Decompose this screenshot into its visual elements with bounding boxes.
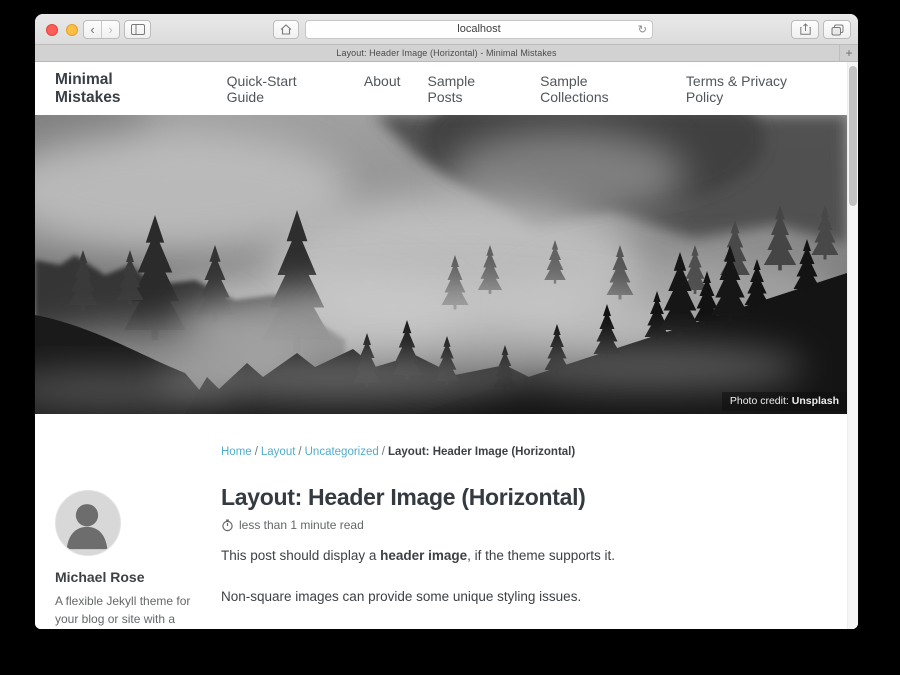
- active-tab[interactable]: Layout: Header Image (Horizontal) - Mini…: [336, 48, 556, 58]
- page-content: Michael Rose A flexible Jekyll theme for…: [35, 414, 847, 629]
- nav-item-sample-posts[interactable]: Sample Posts: [428, 73, 514, 105]
- paragraph-3: This post tests a horizontal header imag…: [221, 629, 827, 630]
- read-time: less than 1 minute read: [221, 518, 827, 532]
- breadcrumb-separator: /: [255, 446, 258, 458]
- photo-credit-prefix: Photo credit:: [730, 395, 789, 407]
- home-button[interactable]: [273, 20, 299, 39]
- tab-overview-button[interactable]: [823, 20, 851, 39]
- breadcrumb: Home/Layout/Uncategorized/Layout: Header…: [221, 446, 827, 458]
- back-button[interactable]: ‹: [84, 21, 101, 38]
- forward-button[interactable]: ›: [101, 21, 119, 38]
- breadcrumb-home[interactable]: Home: [221, 446, 252, 458]
- sidebar-toggle-button[interactable]: [124, 20, 151, 39]
- photo-credit-source: Unsplash: [792, 395, 839, 407]
- scrollbar-thumb[interactable]: [849, 66, 857, 206]
- read-time-label: less than 1 minute read: [239, 518, 364, 532]
- breadcrumb-separator: /: [382, 446, 385, 458]
- nav-item-about[interactable]: About: [364, 73, 401, 105]
- sidebar-icon: [131, 24, 145, 35]
- article-body: This post should display a header image,…: [221, 546, 827, 629]
- paragraph-2: Non-square images can provide some uniqu…: [221, 587, 827, 607]
- page-title: Layout: Header Image (Horizontal): [221, 484, 827, 511]
- site-nav: Quick-Start Guide About Sample Posts Sam…: [227, 73, 827, 105]
- article: Home/Layout/Uncategorized/Layout: Header…: [221, 446, 827, 629]
- nav-item-terms-privacy[interactable]: Terms & Privacy Policy: [686, 73, 827, 105]
- browser-window: ‹ › localhost ↻: [35, 14, 858, 629]
- share-button[interactable]: [791, 20, 819, 39]
- nav-item-quick-start-guide[interactable]: Quick-Start Guide: [227, 73, 337, 105]
- home-icon: [280, 24, 292, 35]
- breadcrumb-current: Layout: Header Image (Horizontal): [388, 446, 575, 458]
- avatar: [55, 490, 121, 556]
- nav-item-sample-collections[interactable]: Sample Collections: [540, 73, 659, 105]
- site-masthead: Minimal Mistakes Quick-Start Guide About…: [35, 62, 847, 115]
- breadcrumb-separator: /: [298, 446, 301, 458]
- breadcrumb-layout[interactable]: Layout: [261, 446, 296, 458]
- reload-button[interactable]: ↻: [638, 21, 647, 38]
- tab-bar: Layout: Header Image (Horizontal) - Mini…: [35, 45, 858, 62]
- tabs-icon: [831, 24, 844, 36]
- person-silhouette-icon: [56, 491, 118, 553]
- paragraph-1: This post should display a header image,…: [221, 546, 827, 566]
- share-icon: [800, 23, 811, 36]
- author-name: Michael Rose: [55, 569, 205, 585]
- new-tab-button[interactable]: +: [839, 45, 858, 61]
- author-profile: Michael Rose A flexible Jekyll theme for…: [55, 490, 205, 629]
- header-image: Photo credit: Unsplash: [35, 115, 847, 414]
- breadcrumb-uncategorized[interactable]: Uncategorized: [305, 446, 379, 458]
- address-bar[interactable]: localhost ↻: [305, 20, 653, 39]
- page-viewport: Minimal Mistakes Quick-Start Guide About…: [35, 62, 858, 629]
- photo-credit-link[interactable]: Photo credit: Unsplash: [722, 392, 847, 411]
- close-button[interactable]: [46, 24, 58, 36]
- minimize-button[interactable]: [66, 24, 78, 36]
- foggy-forest-image: [35, 115, 847, 414]
- history-nav-group: ‹ ›: [83, 20, 120, 39]
- author-bio: A flexible Jekyll theme for your blog or…: [55, 592, 205, 629]
- url-text: localhost: [457, 23, 500, 35]
- clock-icon: [221, 519, 234, 532]
- site-title-link[interactable]: Minimal Mistakes: [55, 71, 182, 107]
- browser-titlebar: ‹ › localhost ↻: [35, 14, 858, 45]
